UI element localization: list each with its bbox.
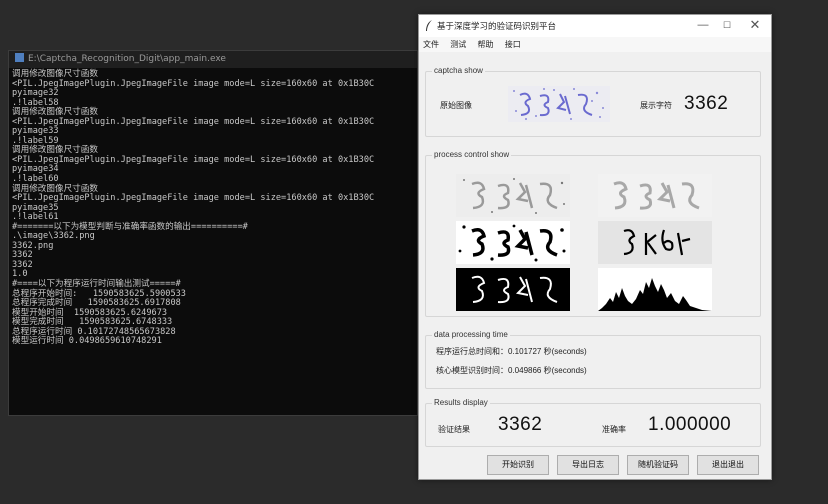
console-line: 3362 [12,250,33,261]
console-app-icon [15,53,24,62]
console-title: E:\Captcha_Recognition_Digit\app_main.ex… [28,54,226,64]
display-char-value: 3362 [684,93,729,114]
console-titlebar: E:\Captcha_Recognition_Digit\app_main.ex… [9,51,417,68]
menu-help[interactable]: 帮助 [477,37,493,52]
process-control-title: process control show [432,150,512,159]
random-captcha-button[interactable]: 随机验证码 [627,455,689,475]
display-char-label: 展示字符 [640,101,672,110]
menubar: 文件 测试 帮助 接口 [419,37,771,52]
captcha-show-group: captcha show 原始图像 展示字符 3362 [425,66,761,137]
export-log-button[interactable]: 导出日志 [557,455,619,475]
result-label: 验证结果 [438,425,470,434]
process-image-clean [598,221,712,264]
timing-group: data processing time 程序运行总时间和：0.101727 秒… [425,330,761,389]
result-value: 3362 [498,414,543,435]
console-line: <PIL.JpegImagePlugin.JpegImageFile image… [12,116,375,127]
process-image-denoise [598,174,712,217]
console-line: .\image\3362.png [12,231,95,242]
captcha-show-title: captcha show [432,66,485,75]
start-recognition-button[interactable]: 开始识别 [487,455,549,475]
results-title: Results display [432,398,490,407]
timing-title: data processing time [432,330,510,339]
console-line: <PIL.JpegImagePlugin.JpegImageFile image… [12,154,375,165]
menu-test[interactable]: 测试 [450,37,466,52]
console-line: 3362.png [12,240,54,251]
maximize-icon[interactable]: ☐ [715,17,739,33]
total-time-line: 程序运行总时间和：0.101727 秒(seconds) [436,347,587,356]
results-group: Results display 验证结果 3362 准确率 1.000000 [425,398,761,447]
menu-file[interactable]: 文件 [423,37,439,52]
console-line: pyimage35 [12,202,59,213]
process-image-binary [456,221,570,264]
app-titlebar: 基于深度学习的验证码识别平台 — ☐ ✕ [419,15,771,37]
console-line: pyimage33 [12,126,59,137]
close-icon[interactable]: ✕ [743,17,767,33]
process-image-inverted [456,268,570,311]
feather-icon [426,20,432,31]
console-line: 模型运行时间 0.0498659610748291 [12,336,162,347]
console-window: E:\Captcha_Recognition_Digit\app_main.ex… [8,50,418,416]
console-line: <PIL.JpegImagePlugin.JpegImageFile image… [12,193,375,204]
model-time-line: 核心模型识别时间：0.049866 秒(seconds) [436,366,587,375]
menu-interface[interactable]: 接口 [505,37,521,52]
process-image-histogram [598,268,712,311]
accuracy-label: 准确率 [602,425,626,434]
console-line: 3362 [12,259,33,270]
minimize-icon[interactable]: — [691,17,715,33]
console-line: pyimage34 [12,164,59,175]
process-image-grayscale [456,174,570,217]
process-control-group: process control show [425,150,761,317]
original-image-label: 原始图像 [440,101,472,110]
app-window: 基于深度学习的验证码识别平台 — ☐ ✕ 文件 测试 帮助 接口 captcha… [418,14,772,480]
exit-button[interactable]: 退出退出 [697,455,759,475]
accuracy-value: 1.000000 [648,414,732,435]
console-output: 调用修改图像尺寸函数 <PIL.JpegImagePlugin.JpegImage… [9,68,417,416]
console-line: pyimage32 [12,88,59,99]
original-captcha-image [508,86,610,122]
app-title: 基于深度学习的验证码识别平台 [437,21,557,31]
console-line: <PIL.JpegImagePlugin.JpegImageFile image… [12,78,375,89]
